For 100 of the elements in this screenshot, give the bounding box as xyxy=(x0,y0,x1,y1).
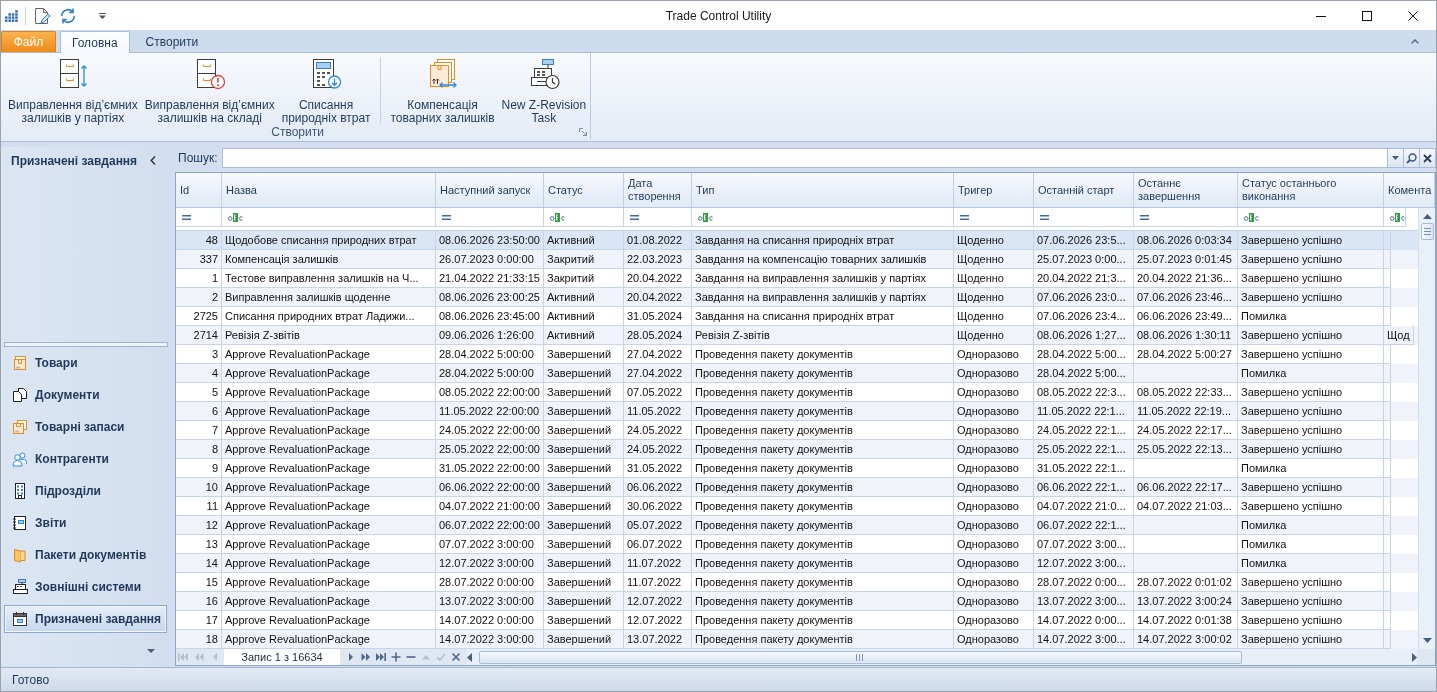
filter-field[interactable] xyxy=(544,208,624,227)
record-counter: Запис 1 з 16634 xyxy=(224,649,340,665)
search-icon xyxy=(1406,152,1417,164)
nav-item[interactable]: Зовнішні системи xyxy=(4,571,167,603)
text-filter-icon xyxy=(1390,212,1405,222)
ribbon-button[interactable]: Списання природніх втрат xyxy=(278,53,374,125)
nav-item[interactable]: Призначені завдання xyxy=(4,605,167,633)
next-page-icon[interactable] xyxy=(361,652,371,662)
caret-icon[interactable] xyxy=(99,12,106,19)
caret-icon xyxy=(1392,156,1399,160)
table-row[interactable]: 2 Виправлення залишків щоденне 08.06.2026 23:00:25 Активний 20.04.2022 Завдання на виправлення залишків у партіях Щоденно 07.06.2026 23:0... 07.06.2026 23:46... Завершено успішно xyxy=(176,288,1418,307)
filter-field[interactable] xyxy=(1384,208,1406,227)
nav-item[interactable]: Документи xyxy=(4,379,167,411)
table-row[interactable]: 12 Approve RevaluationPackage 06.07.2022 22:00:00 Завершений 05.07.2022 Проведення пакету документів Одноразово 06.07.2022 22:1... Помилка xyxy=(176,516,1418,535)
plus-icon[interactable] xyxy=(391,652,401,662)
notebook-icon xyxy=(12,515,28,531)
documents-icon xyxy=(12,387,28,403)
filter-field[interactable] xyxy=(692,208,954,227)
ribbon-tab[interactable]: Головна xyxy=(60,31,130,53)
column-header[interactable]: Статус останнього виконання xyxy=(1238,173,1384,207)
bar-grid-icon xyxy=(5,9,18,22)
scroll-left-icon[interactable] xyxy=(467,652,472,662)
scroll-down-icon[interactable] xyxy=(1422,638,1432,643)
scrollbar-thumb[interactable] xyxy=(479,650,1242,664)
ribbon-button[interactable]: Компенсація товарних залишків xyxy=(387,53,498,125)
ribbon-tab[interactable]: Створити xyxy=(133,31,211,52)
filter-field[interactable] xyxy=(1238,208,1384,227)
filter-field[interactable] xyxy=(1034,208,1134,227)
table-row[interactable]: 18 Approve RevaluationPackage 14.07.2022 3:00:00 Завершений 13.07.2022 Проведення пакету документів Одноразово 14.07.2022 3:00... 14.07.2022 3:00:02 Завершено успішно xyxy=(176,630,1418,649)
clear-button[interactable] xyxy=(1420,148,1436,168)
table-row[interactable]: 337 Компенсація залишків 26.07.2023 0:00:00 Закритий 22.03.2023 Завдання на компенсацію товарних залишків Щоденно 25.07.2023 0:00... 25.07.2023 0:01:45 Завершено успішно xyxy=(176,250,1418,269)
last-record-icon[interactable] xyxy=(376,652,386,662)
next-record-icon[interactable] xyxy=(346,652,356,662)
ribbon-button[interactable]: New Z-Revision Task xyxy=(498,53,590,125)
column-header[interactable]: Тип xyxy=(692,173,954,207)
search-field[interactable] xyxy=(221,148,1388,168)
ribbon-button[interactable]: Виправлення відʼємних залишків у партіях xyxy=(5,53,141,125)
chevron-up-icon[interactable] xyxy=(1411,38,1419,44)
column-header[interactable]: Тригер xyxy=(954,173,1034,207)
nav-item[interactable]: Підрозділи xyxy=(4,475,167,507)
column-header[interactable]: Id xyxy=(176,173,222,207)
dialog-launcher-icon[interactable] xyxy=(579,128,588,136)
group-label: Створити xyxy=(271,125,324,139)
text-filter-icon xyxy=(228,212,243,222)
nav-item[interactable]: Контрагенти xyxy=(4,443,167,475)
table-row[interactable]: 14 Approve RevaluationPackage 12.07.2022 3:00:00 Завершений 11.07.2022 Проведення пакету документів Одноразово 12.07.2022 3:00... Помилка xyxy=(176,554,1418,573)
text-filter-icon xyxy=(550,212,565,222)
table-row[interactable]: 48 Щодобове списання природних втрат 08.06.2026 23:50:00 Активний 01.08.2022 Завдання на списання природніх втрат Щоденно 07.06.2026 23:5... 08.06.2026 0:03:34 Завершено успішно xyxy=(176,231,1418,250)
table-row[interactable]: 8 Approve RevaluationPackage 25.05.2022 22:00:00 Завершений 24.05.2022 Проведення пакету документів Одноразово 25.05.2022 22:1... 25.05.2022 22:13... Завершено успішно xyxy=(176,440,1418,459)
chevron-left-icon[interactable] xyxy=(150,156,156,165)
nav-item[interactable]: Товарні запаси xyxy=(4,411,167,443)
column-header[interactable]: Статус xyxy=(544,173,624,207)
folder-icon xyxy=(12,547,28,563)
ribbon-button[interactable]: Виправлення відʼємних залишків на складі xyxy=(141,53,278,125)
cash-register-icon xyxy=(12,579,28,595)
column-header[interactable]: Назва xyxy=(222,173,436,207)
equals-icon xyxy=(442,214,451,220)
filter-field[interactable] xyxy=(624,208,692,227)
document-edit-icon[interactable] xyxy=(34,6,50,25)
column-header[interactable]: Комента xyxy=(1384,173,1435,207)
equals-icon xyxy=(1040,214,1049,220)
search-label: Пошук: xyxy=(178,150,218,165)
column-header[interactable]: Наступний запуск xyxy=(436,173,544,207)
scrollbar-thumb[interactable] xyxy=(1420,223,1434,240)
vertical-scrollbar[interactable] xyxy=(1418,208,1435,649)
cross-icon[interactable] xyxy=(451,652,461,662)
scroll-up-icon[interactable] xyxy=(1422,214,1432,219)
filter-field[interactable] xyxy=(1134,208,1238,227)
panel-title: Призначені завдання xyxy=(11,153,138,168)
table-row[interactable]: 4 Approve RevaluationPackage 28.04.2022 5:00:00 Завершений 27.04.2022 Проведення пакету документів Одноразово 28.04.2022 5:00... Помилка xyxy=(176,364,1418,383)
scroll-right-icon[interactable] xyxy=(1412,652,1417,662)
nav-item[interactable]: Товари xyxy=(4,347,167,379)
nav-item[interactable]: Звіти xyxy=(4,507,167,539)
refresh-icon[interactable] xyxy=(59,6,77,25)
box-icon xyxy=(12,355,28,371)
filter-field[interactable] xyxy=(176,208,222,227)
people-icon xyxy=(12,451,28,467)
filter-field[interactable] xyxy=(222,208,436,227)
calendar-icon xyxy=(12,611,28,627)
column-header[interactable]: Останній старт xyxy=(1034,173,1134,207)
column-header[interactable]: Дата створення xyxy=(624,173,692,207)
close-icon[interactable] xyxy=(1408,10,1418,21)
maximize-icon[interactable] xyxy=(1362,10,1372,21)
table-row[interactable]: 2714 Ревізія Z-звітів 09.06.2026 1:26:00 Активний 28.05.2024 Ревізія Z-звітів Щоденно 08.06.2026 1:27... 08.06.2026 1:30:11 Завершено успішно Щод xyxy=(176,326,1418,345)
filter-field[interactable] xyxy=(436,208,544,227)
dropdown-button[interactable] xyxy=(1388,148,1404,168)
nav-item[interactable]: Пакети документів xyxy=(4,539,167,571)
splitter-handle[interactable] xyxy=(4,342,168,347)
caret-icon[interactable] xyxy=(147,648,155,653)
table-row[interactable]: 16 Approve RevaluationPackage 13.07.2022 3:00:00 Завершений 12.07.2022 Проведення пакету документів Одноразово 13.07.2022 3:00... 13.07.2022 3:00:24 Завершено успішно xyxy=(176,592,1418,611)
status-text: Готово xyxy=(12,672,50,687)
horizontal-scrollbar[interactable] xyxy=(467,649,1417,665)
column-header[interactable]: Останнє завершення xyxy=(1134,173,1238,207)
search-button[interactable] xyxy=(1404,148,1420,168)
table-row[interactable]: 10 Approve RevaluationPackage 06.06.2022 22:00:00 Завершений 06.06.2022 Проведення пакету документів Одноразово 06.06.2022 22:1... 06.06.2022 22:17... Завершено успішно xyxy=(176,478,1418,497)
calculator-arrow-icon xyxy=(310,58,343,90)
equals-icon xyxy=(1140,214,1149,220)
filter-field[interactable] xyxy=(954,208,1034,227)
table-row[interactable]: 6 Approve RevaluationPackage 11.05.2022 22:00:00 Завершений 11.05.2022 Проведення пакету документів Одноразово 11.05.2022 22:1... 11.05.2022 22:19... Завершено успішно xyxy=(176,402,1418,421)
boxes-icon xyxy=(12,419,28,435)
